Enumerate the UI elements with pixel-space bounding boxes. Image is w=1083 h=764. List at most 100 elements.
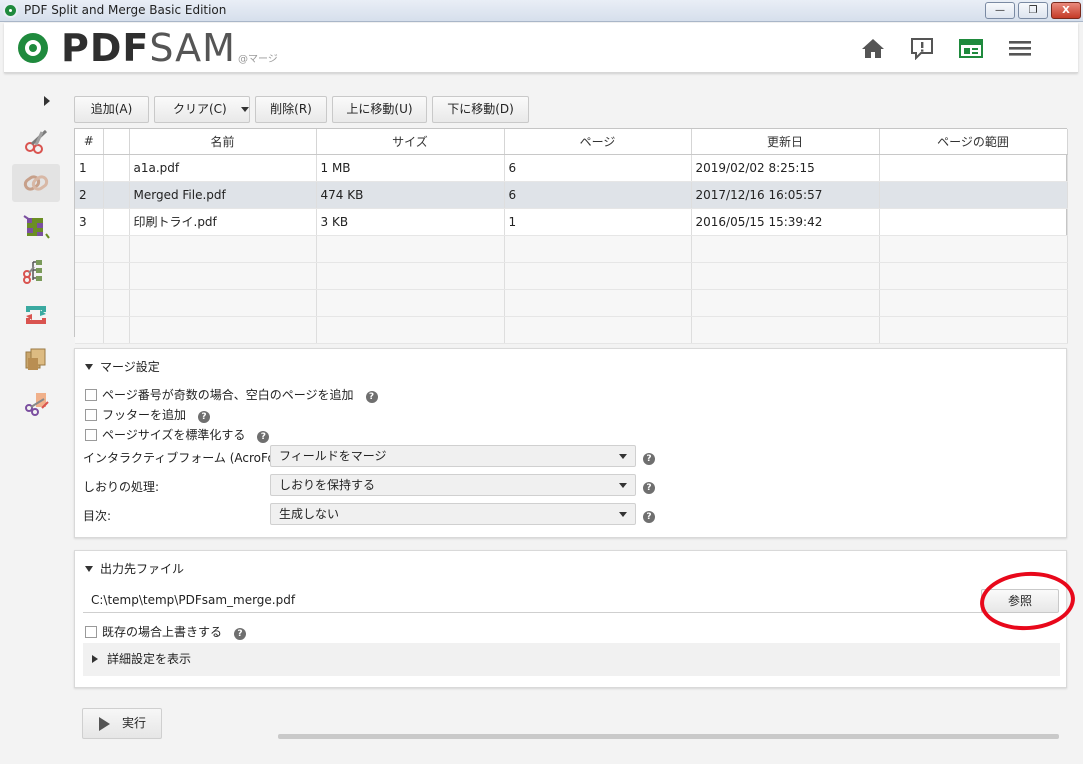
toc-value: 生成しない xyxy=(279,507,340,521)
row-modified: 2017/12/16 16:05:57 xyxy=(691,181,880,209)
row-size: 3 KB xyxy=(316,208,505,236)
output-header[interactable]: 出力先ファイル xyxy=(85,560,184,577)
app-header: PDFSAM @マージ xyxy=(4,23,1078,73)
merge-settings-header[interactable]: マージ設定 xyxy=(85,358,160,375)
help-icon[interactable]: ? xyxy=(257,431,270,443)
empty-table-row xyxy=(75,235,1068,263)
row-pages: 6 xyxy=(504,181,692,209)
normalize-size-option[interactable]: ページサイズを標準化する? xyxy=(85,426,270,443)
toc-help[interactable]: ? xyxy=(643,508,655,523)
column-header-number[interactable]: # xyxy=(75,129,104,155)
column-header-size[interactable]: サイズ xyxy=(316,129,505,155)
row-modified: 2019/02/02 8:25:15 xyxy=(691,154,880,182)
row-name: Merged File.pdf xyxy=(129,181,317,209)
row-page-range[interactable] xyxy=(879,154,1068,182)
bookmarks-label: しおりの処理: xyxy=(83,480,160,494)
clear-button[interactable]: クリア(C) xyxy=(154,96,250,123)
column-header-modified[interactable]: 更新日 xyxy=(691,129,880,155)
delete-button[interactable]: 削除(R) xyxy=(255,96,327,123)
play-icon xyxy=(99,717,110,731)
row-number: 2 xyxy=(75,181,104,209)
advanced-settings-label: 詳細設定を表示 xyxy=(107,652,192,666)
move-up-button[interactable]: 上に移動(U) xyxy=(332,96,427,123)
module-subtitle: @マージ xyxy=(238,54,278,65)
output-path-field[interactable]: C:\temp\temp\PDFsam_merge.pdf xyxy=(83,587,1003,613)
window-title: PDF Split and Merge Basic Edition xyxy=(24,3,227,17)
column-header-name[interactable]: 名前 xyxy=(129,129,317,155)
feedback-icon[interactable] xyxy=(909,36,935,61)
footer-option[interactable]: フッターを追加? xyxy=(85,406,211,423)
toc-select[interactable]: 生成しない xyxy=(270,503,636,525)
help-icon[interactable]: ? xyxy=(643,453,655,465)
menu-icon[interactable] xyxy=(1007,36,1033,60)
rotate-icon[interactable] xyxy=(12,296,60,334)
row-number: 1 xyxy=(75,154,104,182)
table-row[interactable]: 3 印刷トライ.pdf 3 KB 1 2016/05/15 15:39:42 xyxy=(75,208,1068,236)
normalize-size-label: ページサイズを標準化する xyxy=(102,428,246,442)
row-page-range[interactable] xyxy=(879,181,1068,209)
footer-checkbox[interactable] xyxy=(85,409,97,421)
extract-icon[interactable] xyxy=(12,340,60,378)
row-pages: 1 xyxy=(504,208,692,236)
empty-table-row xyxy=(75,262,1068,290)
file-table: # 名前 サイズ ページ 更新日 ページの範囲 1 a1a.pdf 1 MB 6… xyxy=(74,128,1068,344)
run-button-label: 実行 xyxy=(122,716,147,730)
app-icon xyxy=(3,3,18,18)
help-icon[interactable]: ? xyxy=(234,628,247,640)
table-row[interactable]: 1 a1a.pdf 1 MB 6 2019/02/02 8:25:15 xyxy=(75,154,1068,182)
blank-page-label: ページ番号が奇数の場合、空白のページを追加 xyxy=(102,388,354,402)
overwrite-checkbox[interactable] xyxy=(85,626,97,638)
table-row[interactable]: 2 Merged File.pdf 474 KB 6 2017/12/16 16… xyxy=(75,181,1068,209)
acroforms-help[interactable]: ? xyxy=(643,450,655,465)
column-header-page-range[interactable]: ページの範囲 xyxy=(879,129,1068,155)
collapse-icon xyxy=(85,364,93,370)
minimize-button[interactable]: — xyxy=(985,2,1015,19)
row-page-range[interactable] xyxy=(879,208,1068,236)
help-icon[interactable]: ? xyxy=(198,411,211,423)
row-pages: 6 xyxy=(504,154,692,182)
help-icon[interactable]: ? xyxy=(643,482,655,494)
bookmarks-help[interactable]: ? xyxy=(643,479,655,494)
chevron-down-icon xyxy=(619,454,627,459)
row-name: 印刷トライ.pdf xyxy=(129,208,317,236)
add-button[interactable]: 追加(A) xyxy=(74,96,149,123)
row-encrypted xyxy=(103,181,130,209)
help-icon[interactable]: ? xyxy=(643,511,655,523)
news-icon[interactable] xyxy=(958,36,984,60)
progress-bar xyxy=(278,734,1059,739)
run-button[interactable]: 実行 xyxy=(82,708,162,739)
acroforms-select[interactable]: フィールドをマージ xyxy=(270,445,636,467)
expand-sidebar-icon[interactable] xyxy=(44,96,50,106)
alternate-mix-icon[interactable] xyxy=(12,208,60,246)
restore-button[interactable]: ❐ xyxy=(1018,2,1048,19)
chevron-down-icon xyxy=(240,107,249,112)
merge-settings-panel: マージ設定 ページ番号が奇数の場合、空白のページを追加? フッターを追加? ペー… xyxy=(74,348,1067,538)
close-button[interactable]: X xyxy=(1051,2,1081,19)
home-icon[interactable] xyxy=(860,36,886,60)
advanced-settings-toggle[interactable]: 詳細設定を表示 xyxy=(83,643,1060,676)
split-icon[interactable] xyxy=(12,122,60,160)
chevron-down-icon xyxy=(619,512,627,517)
normalize-size-checkbox[interactable] xyxy=(85,429,97,441)
toc-label: 目次: xyxy=(83,509,112,523)
bookmarks-select[interactable]: しおりを保持する xyxy=(270,474,636,496)
help-icon[interactable]: ? xyxy=(365,391,378,403)
merge-settings-title: マージ設定 xyxy=(100,360,160,374)
blank-page-checkbox[interactable] xyxy=(85,389,97,401)
blank-page-option[interactable]: ページ番号が奇数の場合、空白のページを追加? xyxy=(85,386,378,403)
bookmarks-value: しおりを保持する xyxy=(279,478,376,492)
chevron-down-icon xyxy=(619,483,627,488)
row-encrypted xyxy=(103,208,130,236)
output-title: 出力先ファイル xyxy=(100,562,185,576)
row-size: 474 KB xyxy=(316,181,505,209)
overwrite-option[interactable]: 既存の場合上書きする? xyxy=(85,623,247,640)
column-header-pages[interactable]: ページ xyxy=(504,129,692,155)
column-header-encrypted[interactable] xyxy=(103,129,130,155)
merge-icon[interactable] xyxy=(12,164,60,202)
window-titlebar: PDF Split and Merge Basic Edition — ❐ X xyxy=(0,0,1083,22)
row-modified: 2016/05/15 15:39:42 xyxy=(691,208,880,236)
split-by-size-icon[interactable] xyxy=(12,384,60,422)
split-by-bookmarks-icon[interactable] xyxy=(12,252,60,290)
move-down-button[interactable]: 下に移動(D) xyxy=(432,96,529,123)
row-size: 1 MB xyxy=(316,154,505,182)
